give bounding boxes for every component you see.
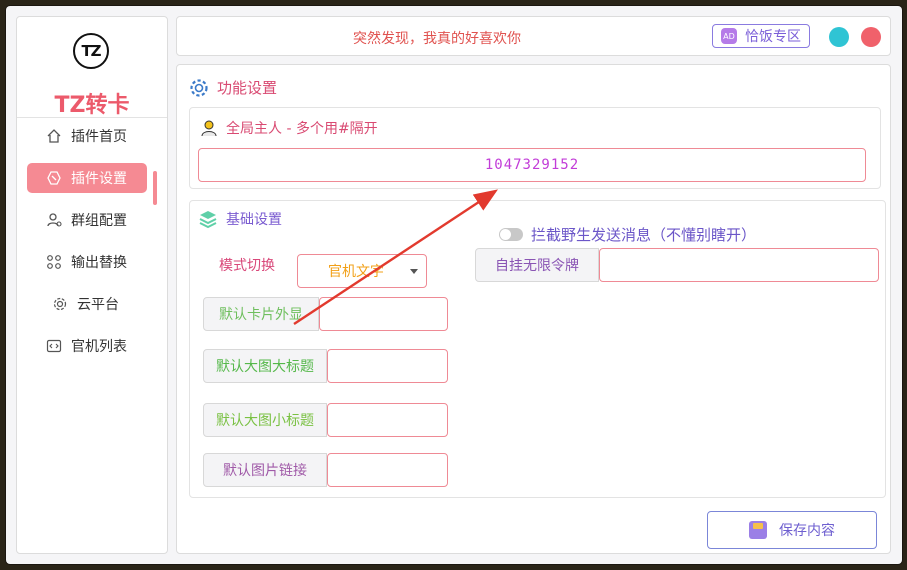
save-icon [749, 521, 767, 539]
small-title-input[interactable] [327, 403, 448, 437]
image-link-label-text: 默认图片链接 [223, 463, 307, 479]
token-label-text: 自挂无限令牌 [495, 258, 579, 274]
card-display-input[interactable] [319, 297, 448, 331]
sidebar-item-home[interactable]: 插件首页 [27, 121, 147, 151]
gear-icon [51, 295, 69, 313]
app-window: TZ TZ转卡 插件首页 插件设置 群组配置 输出替换 云平台 官机列表 突然发… [6, 6, 902, 564]
sidebar-item-label: 插件首页 [71, 129, 127, 145]
code-icon [45, 337, 63, 355]
intercept-toggle[interactable] [499, 228, 523, 241]
home-icon [45, 127, 63, 145]
minimize-button[interactable] [829, 27, 849, 47]
settings-gear-icon [189, 78, 209, 98]
zone-button[interactable]: AD 恰饭专区 [712, 24, 810, 48]
intercept-toggle-label: 拦截野生发送消息（不懂别瞎开） [531, 226, 757, 244]
owner-qq-input[interactable]: 1047329152 [198, 148, 866, 182]
save-button[interactable]: 保存内容 [707, 511, 877, 549]
token-label: 自挂无限令牌 [475, 248, 599, 282]
sidebar-item-label: 插件设置 [71, 171, 127, 187]
big-title-label: 默认大图大标题 [203, 349, 327, 383]
chevron-down-icon [410, 269, 418, 274]
small-title-label-text: 默认大图小标题 [216, 413, 314, 429]
sidebar-item-cloud-platform[interactable]: 云平台 [27, 289, 147, 319]
sidebar-item-label: 输出替换 [71, 255, 127, 271]
sidebar-item-output-replace[interactable]: 输出替换 [27, 247, 147, 277]
owner-title: 全局主人 - 多个用#隔开 [200, 118, 378, 138]
sidebar-item-plugin-settings[interactable]: 插件设置 [27, 163, 147, 193]
big-title-label-text: 默认大图大标题 [216, 359, 314, 375]
grid-icon [45, 253, 63, 271]
header-bar: 突然发现，我真的好喜欢你 AD 恰饭专区 [176, 16, 891, 56]
group-user-icon [45, 211, 63, 229]
divider [17, 117, 167, 118]
ad-icon: AD [721, 28, 737, 44]
basic-settings-title: 基础设置 [198, 209, 282, 229]
sidebar-item-group-config[interactable]: 群组配置 [27, 205, 147, 235]
card-display-label-text: 默认卡片外显 [219, 307, 303, 323]
sidebar: TZ TZ转卡 插件首页 插件设置 群组配置 输出替换 云平台 官机列表 [16, 16, 168, 554]
user-icon [200, 119, 218, 137]
layers-icon [198, 209, 218, 229]
mode-label: 模式切换 [219, 258, 275, 274]
logo-icon: TZ [73, 33, 109, 69]
image-link-label: 默认图片链接 [203, 453, 327, 487]
image-link-input[interactable] [327, 453, 448, 487]
close-button[interactable] [861, 27, 881, 47]
owner-panel: 全局主人 - 多个用#隔开 1047329152 [189, 107, 881, 189]
mode-select[interactable]: 官机文字 [297, 254, 427, 288]
big-title-input[interactable] [327, 349, 448, 383]
save-button-label: 保存内容 [779, 523, 835, 539]
card-display-label: 默认卡片外显 [203, 297, 319, 331]
owner-title-text: 全局主人 - 多个用#隔开 [226, 121, 378, 137]
sidebar-item-official-list[interactable]: 官机列表 [27, 331, 147, 361]
section-title-text: 功能设置 [217, 79, 278, 97]
sidebar-item-label: 群组配置 [71, 213, 127, 229]
token-input[interactable] [599, 248, 879, 282]
plugin-settings-icon [45, 169, 63, 187]
basic-settings-title-text: 基础设置 [226, 212, 282, 228]
marquee-text: 突然发现，我真的好喜欢你 [353, 31, 521, 47]
small-title-label: 默认大图小标题 [203, 403, 327, 437]
main-panel: 功能设置 全局主人 - 多个用#隔开 1047329152 基础设置 模式切换 [176, 64, 891, 554]
toggle-knob [500, 229, 511, 240]
sidebar-scrollbar[interactable] [153, 171, 157, 205]
mode-select-value: 官机文字 [328, 264, 384, 280]
zone-button-label: 恰饭专区 [745, 29, 801, 45]
sidebar-item-label: 官机列表 [71, 339, 127, 355]
section-title: 功能设置 [189, 77, 277, 98]
sidebar-item-label: 云平台 [77, 297, 119, 313]
brand-name: TZ转卡 [54, 93, 130, 118]
